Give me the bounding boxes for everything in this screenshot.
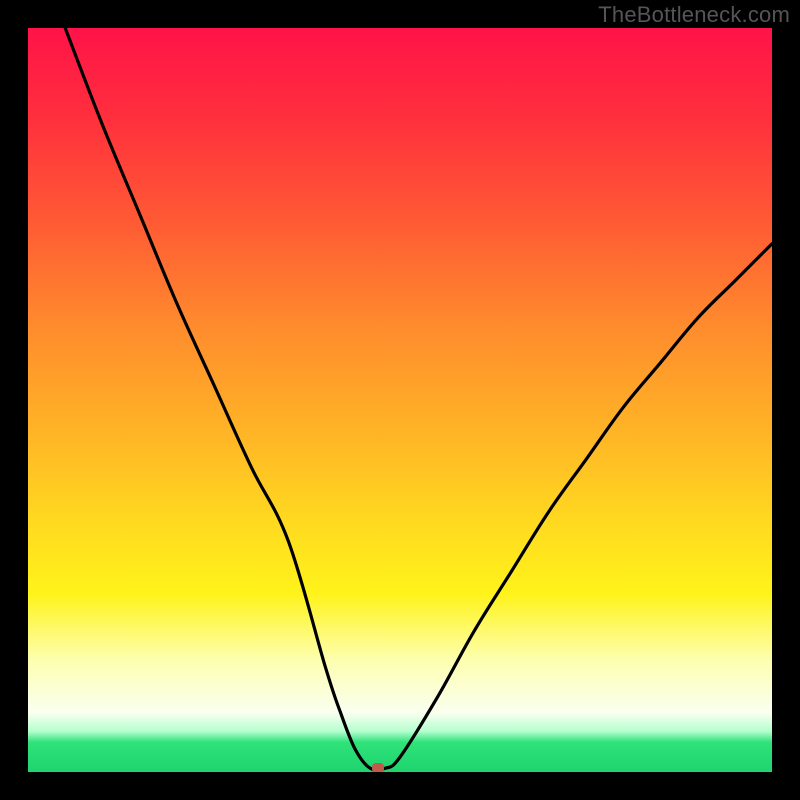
optimum-marker xyxy=(372,763,384,772)
bottleneck-curve xyxy=(65,28,772,770)
plot-area xyxy=(28,28,772,772)
curve-layer xyxy=(28,28,772,772)
watermark-label: TheBottleneck.com xyxy=(598,2,790,28)
chart-frame: TheBottleneck.com xyxy=(0,0,800,800)
